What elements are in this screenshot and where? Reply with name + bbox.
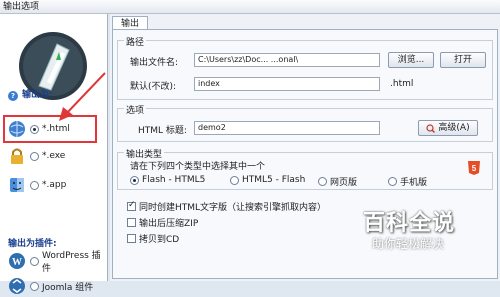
type-option-web-label: 网页版 — [330, 178, 358, 188]
output-type-instruction: 请在下列四个类型中选择其中一个 — [130, 162, 266, 172]
window-titlebar: 输出选项 — [0, 0, 500, 14]
window-title: 输出选项 — [3, 2, 40, 12]
joomla-icon — [9, 278, 25, 294]
advanced-button[interactable]: 高级(A) — [418, 120, 478, 136]
browse-button[interactable]: 浏览... — [388, 52, 434, 68]
output-option-app-label: *.app — [42, 180, 67, 190]
type-option-mobile-label: 手机版 — [400, 178, 428, 188]
lock-icon — [11, 148, 23, 164]
output-option-exe[interactable]: *.exe — [8, 145, 102, 167]
watermark-title: 百科全说 — [363, 211, 456, 236]
zip-checkbox[interactable] — [127, 218, 136, 227]
cd-checkbox[interactable] — [127, 234, 136, 243]
html-title-label: HTML 标题: — [138, 126, 187, 136]
output-type-group: 输出类型 请在下列四个类型中选择其中一个 Flash - HTML5 HTML5… — [117, 147, 493, 190]
default-name-input[interactable]: index — [194, 77, 380, 91]
type-option-web[interactable]: 网页版 — [318, 175, 357, 188]
svg-text:W: W — [12, 257, 22, 268]
output-file-input[interactable]: C:\Users\zz\Doc... ...onal\ — [194, 53, 380, 67]
mac-finder-icon — [10, 178, 24, 192]
help-icon[interactable]: ? — [8, 91, 18, 101]
checkbox-text-version[interactable]: 同时创建HTML文字版（让搜索引擎抓取内容） — [127, 200, 326, 213]
plugin-option-wordpress[interactable]: W WordPress 插件 — [8, 250, 102, 274]
checkbox-text-version-label: 同时创建HTML文字版（让搜索引擎抓取内容） — [139, 203, 327, 213]
output-as-heading: ? 输出为: — [8, 87, 53, 101]
svg-text:5: 5 — [472, 164, 477, 173]
html5-icon: 5 — [468, 161, 480, 175]
type-option-html5-flash-label: HTML5 - Flash — [242, 175, 306, 185]
arrow-annotation-icon — [59, 72, 106, 121]
exe-radio[interactable] — [30, 151, 39, 161]
path-group-title: 路径 — [124, 35, 147, 48]
wordpress-icon: W — [9, 253, 25, 269]
plugin-option-joomla-label: Joomla 组件 — [42, 282, 94, 293]
joomla-radio[interactable] — [30, 281, 39, 291]
output-option-app[interactable]: *.app — [8, 174, 102, 196]
flash-html5-radio[interactable] — [130, 175, 139, 185]
output-file-label: 输出文件名: — [130, 58, 179, 68]
type-option-flash-html5-label: Flash - HTML5 — [142, 175, 206, 185]
plugin-option-wordpress-label: WordPress 插件 — [42, 251, 101, 274]
type-option-mobile[interactable]: 手机版 — [388, 175, 427, 188]
checkbox-cd-label: 拷贝到CD — [139, 235, 180, 245]
app-radio[interactable] — [30, 180, 39, 190]
default-name-label: 默认(不改): — [130, 82, 177, 92]
checkbox-zip[interactable]: 输出后压缩ZIP — [127, 216, 198, 229]
type-option-html5-flash[interactable]: HTML5 - Flash — [230, 175, 305, 185]
open-button[interactable]: 打开 — [440, 52, 486, 68]
html-title-input[interactable]: demo2 — [194, 121, 380, 135]
output-option-exe-label: *.exe — [42, 151, 66, 161]
advanced-button-label: 高级(A) — [438, 123, 470, 133]
options-group: 选项 HTML 标题: demo2 高级(A) — [117, 103, 493, 142]
plugin-option-joomla[interactable]: Joomla 组件 — [8, 275, 102, 297]
type-option-flash-html5[interactable]: Flash - HTML5 — [130, 175, 205, 185]
checkbox-cd[interactable]: 拷贝到CD — [127, 232, 179, 245]
sidebar: ? 输出为: *.html *.exe *.app 输出为插件: W WordP… — [0, 14, 108, 294]
html5-flash-radio[interactable] — [230, 175, 239, 185]
options-group-title: 选项 — [124, 103, 147, 116]
advanced-magnifier-icon — [426, 123, 436, 133]
web-radio[interactable] — [318, 177, 327, 186]
watermark-subtitle: 助你轻松解决 — [372, 237, 445, 251]
checkbox-zip-label: 输出后压缩ZIP — [139, 219, 199, 229]
extension-label: .html — [390, 79, 414, 89]
path-group: 路径 输出文件名: C:\Users\zz\Doc... ...onal\ 浏览… — [117, 35, 493, 100]
text-version-checkbox[interactable] — [127, 200, 136, 211]
wordpress-radio[interactable] — [30, 256, 39, 266]
mobile-radio[interactable] — [388, 177, 397, 186]
tab-output[interactable]: 输出 — [112, 16, 149, 30]
